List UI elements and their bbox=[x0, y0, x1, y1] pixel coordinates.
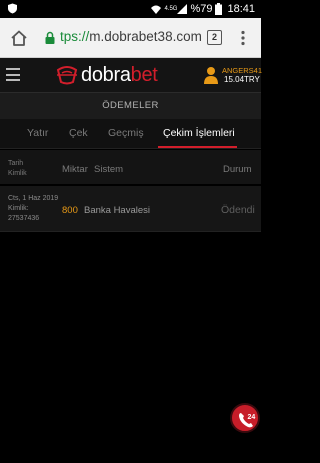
username[interactable]: ANGERS41 bbox=[222, 66, 262, 75]
table-header: Tarih Kimlik Miktar Sistem Durum bbox=[0, 150, 261, 184]
url-host: m.dobrabet38.com bbox=[89, 29, 202, 44]
row-system: Banka Havalesi bbox=[84, 205, 151, 216]
support-24-icon: 24 bbox=[239, 413, 256, 428]
battery-icon bbox=[215, 3, 223, 15]
lock-icon[interactable] bbox=[45, 31, 55, 44]
header-amount: Miktar bbox=[62, 164, 88, 175]
account-balance: 15.04TRY bbox=[224, 75, 260, 84]
header-id: Kimlik bbox=[8, 170, 27, 177]
notification-shield-icon bbox=[8, 3, 17, 14]
logo-icon bbox=[56, 66, 78, 85]
url-field[interactable]: tps://m.dobrabet38.com bbox=[60, 29, 202, 44]
home-icon[interactable] bbox=[10, 29, 28, 47]
status-time: 18:41 bbox=[227, 3, 255, 15]
more-vert-icon[interactable] bbox=[238, 30, 248, 46]
url-scheme: tps:// bbox=[60, 29, 90, 44]
header-date: Tarih bbox=[8, 160, 24, 167]
row-id-value: 27537436 bbox=[8, 215, 40, 222]
row-date: Cts, 1 Haz 2019 bbox=[8, 195, 59, 202]
tab-deposit[interactable]: Yatır bbox=[27, 127, 48, 139]
brand-name: dobrabet bbox=[81, 64, 158, 87]
tab-withdrawal-transactions[interactable]: Çekim İşlemleri bbox=[163, 127, 235, 139]
table-row[interactable]: Cts, 1 Haz 2019 Kimlik: 27537436 800 Ban… bbox=[0, 186, 261, 232]
support-label: 24 bbox=[248, 414, 256, 421]
header-status: Durum bbox=[223, 164, 252, 175]
row-id-label: Kimlik: bbox=[8, 205, 29, 212]
brand-suffix: bet bbox=[130, 63, 158, 86]
support-button[interactable]: 24 bbox=[230, 403, 260, 433]
network-type: 4.5G bbox=[164, 6, 178, 12]
hamburger-menu-icon[interactable] bbox=[6, 68, 20, 81]
wifi-signal-icon bbox=[151, 5, 162, 14]
battery-percent: %79 bbox=[190, 3, 213, 15]
browser-toolbar: tps://m.dobrabet38.com 2 bbox=[0, 18, 261, 58]
tab-withdraw[interactable]: Çek bbox=[69, 127, 88, 139]
header-system: Sistem bbox=[94, 164, 124, 175]
tab-switcher-button[interactable]: 2 bbox=[207, 30, 222, 45]
brand-prefix: dobra bbox=[81, 63, 131, 86]
android-status-bar: 4.5G %79 18:41 bbox=[0, 0, 261, 18]
status-indicators: 4.5G %79 18:41 bbox=[151, 2, 255, 16]
user-icon[interactable] bbox=[204, 66, 218, 84]
tab-history[interactable]: Geçmiş bbox=[108, 127, 144, 139]
cell-signal-icon bbox=[177, 4, 188, 14]
empty-content-area bbox=[0, 232, 261, 463]
site-logo[interactable]: dobrabet bbox=[55, 64, 158, 86]
row-amount: 800 bbox=[62, 205, 78, 216]
row-status: Ödendi bbox=[221, 204, 255, 216]
active-tab-indicator bbox=[158, 146, 237, 148]
payment-tabs: Yatır Çek Geçmiş Çekim İşlemleri bbox=[0, 119, 261, 149]
site-header: dobrabet ANGERS41 15.04TRY bbox=[0, 58, 262, 93]
page-title: ÖDEMELER bbox=[0, 93, 261, 119]
